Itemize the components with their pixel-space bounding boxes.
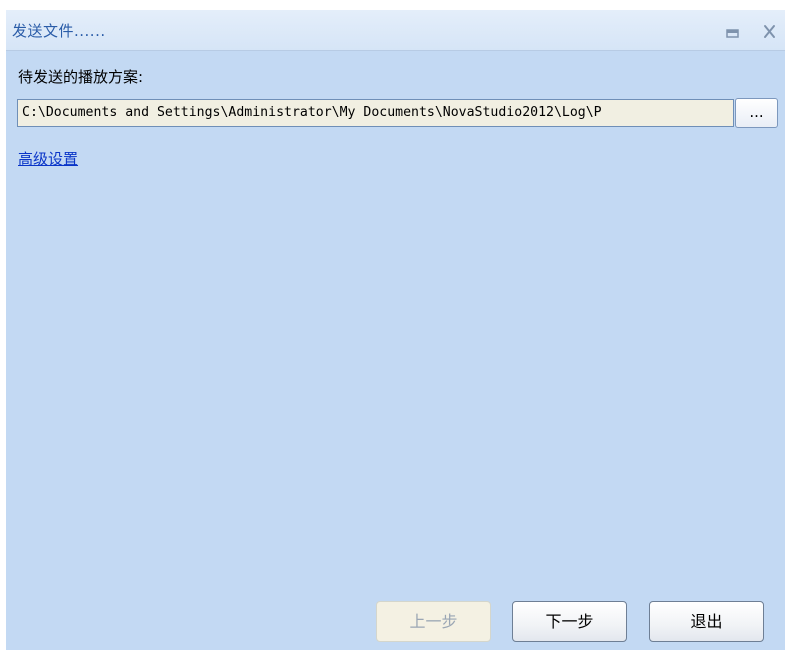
minimize-icon[interactable] — [724, 22, 742, 40]
pending-plan-label: 待发送的播放方案: — [18, 68, 144, 86]
window-title: 发送文件...... — [12, 22, 106, 40]
next-step-button[interactable]: 下一步 — [512, 601, 627, 642]
advanced-settings-link[interactable]: 高级设置 — [18, 148, 78, 169]
title-bar[interactable]: 发送文件...... — [6, 10, 785, 51]
previous-step-button[interactable]: 上一步 — [376, 601, 491, 642]
exit-button[interactable]: 退出 — [649, 601, 764, 642]
close-icon[interactable] — [761, 22, 779, 40]
browse-button[interactable]: ... — [735, 98, 778, 128]
send-file-dialog: 发送文件...... 待发送的播放方案: C:\Documents and Se… — [6, 10, 785, 650]
plan-path-field[interactable]: C:\Documents and Settings\Administrator\… — [17, 99, 734, 127]
